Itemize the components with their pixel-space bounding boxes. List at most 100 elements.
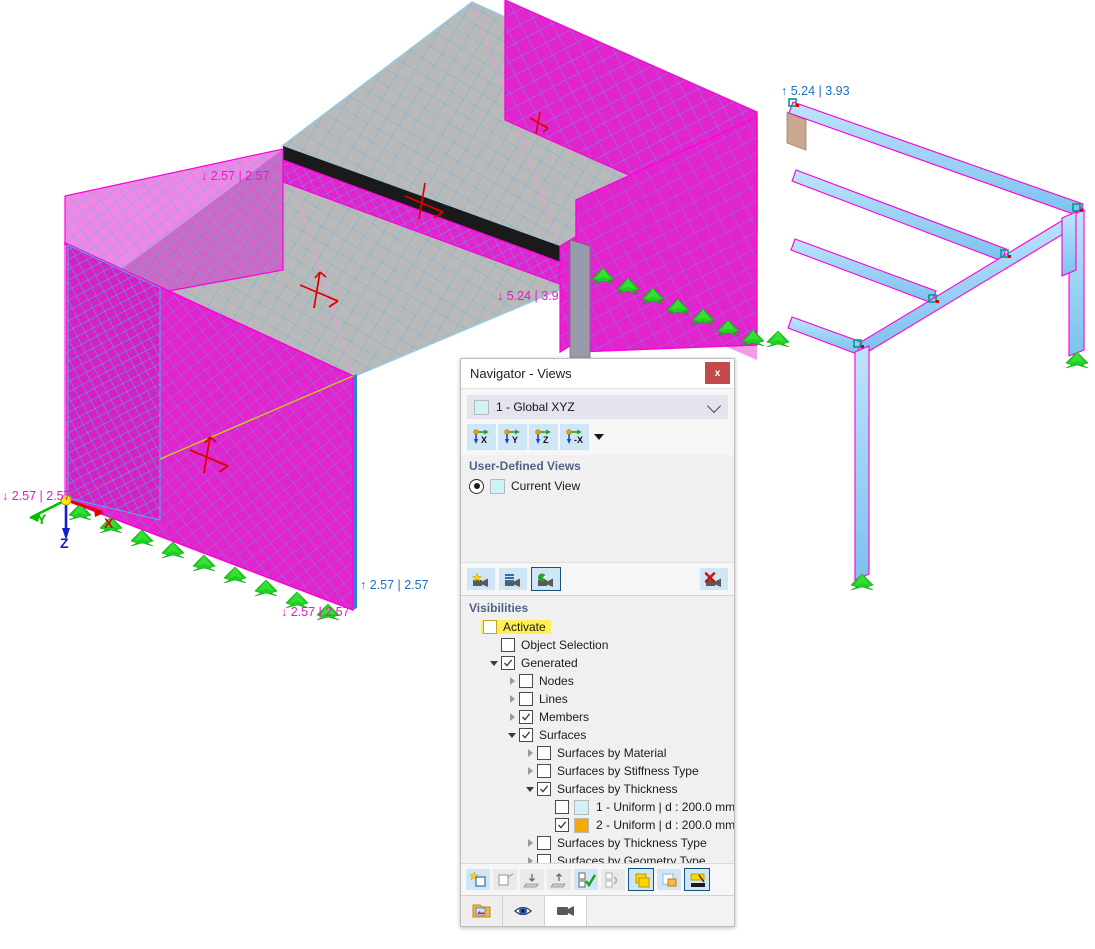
tree-expander[interactable] [523, 749, 537, 757]
view-settings-icon[interactable] [684, 868, 710, 891]
export-visibility-icon[interactable] [547, 869, 571, 890]
checkbox[interactable] [519, 710, 533, 724]
chevron-down-icon [490, 660, 498, 666]
checkbox[interactable] [519, 728, 533, 742]
checkbox[interactable] [537, 782, 551, 796]
checkbox[interactable] [555, 818, 569, 832]
tree-expander[interactable] [523, 786, 537, 792]
view-dropdown[interactable]: 1 - Global XYZ [467, 395, 728, 419]
view-along-z[interactable]: Z [529, 424, 558, 450]
tree-item-content: Generated [501, 656, 578, 670]
tree-item[interactable]: Object Selection [465, 636, 734, 654]
tree-expander[interactable] [487, 660, 501, 666]
tab-display[interactable] [461, 896, 503, 926]
tree-item-label: Surfaces by Thickness Type [557, 836, 707, 850]
tree-item[interactable]: Activate [465, 618, 734, 636]
visibility-actions-toolbar[interactable] [461, 863, 734, 895]
tree-expander[interactable] [505, 677, 519, 685]
uncheck-all-icon[interactable] [601, 869, 625, 890]
tree-item-label: Nodes [539, 674, 574, 688]
checkbox[interactable] [537, 746, 551, 760]
tree-item[interactable]: Surfaces by Thickness [465, 780, 734, 798]
checkbox[interactable] [501, 638, 515, 652]
view-color-swatch [474, 399, 489, 415]
tree-item[interactable]: Lines [465, 690, 734, 708]
checkbox[interactable] [519, 674, 533, 688]
user-defined-view-label: Current View [511, 479, 581, 493]
view-along-neg-x[interactable]: -X [560, 424, 589, 450]
tree-item[interactable]: Members [465, 708, 734, 726]
tree-expander[interactable] [523, 767, 537, 775]
tree-item[interactable]: Surfaces by Geometry Type [465, 852, 734, 863]
tree-item-content: Surfaces by Material [537, 746, 666, 760]
tab-visibility[interactable] [503, 896, 545, 926]
tree-expander[interactable] [505, 713, 519, 721]
axis-view-toolbar[interactable]: X Y Z -X [461, 419, 734, 455]
tree-item-label: Generated [521, 656, 578, 670]
tree-item-content: Activate [481, 620, 551, 634]
checkbox[interactable] [537, 854, 551, 863]
thickness-color-swatch [574, 799, 589, 815]
tree-item-content: Surfaces by Stiffness Type [537, 764, 699, 778]
visibilities-tree[interactable]: Activate Object Selection Generated Nodes Li… [461, 618, 734, 863]
tree-item[interactable]: 1 - Uniform | d : 200.0 mm | ... [465, 798, 734, 816]
refresh-view-icon[interactable] [531, 567, 561, 591]
thickness-color-swatch [574, 817, 589, 833]
checkbox[interactable] [483, 620, 497, 634]
axis-view-dropdown-arrow[interactable] [591, 425, 607, 449]
chevron-right-icon [527, 749, 533, 757]
axis-label-x: X [104, 515, 114, 531]
view-along-x[interactable]: X [467, 424, 496, 450]
navigator-tabs[interactable] [461, 895, 734, 926]
check-all-icon[interactable] [574, 869, 598, 890]
show-selected-icon[interactable] [628, 868, 654, 891]
hide-selected-icon[interactable] [657, 869, 681, 890]
checkbox[interactable] [537, 836, 551, 850]
tree-item[interactable]: Surfaces by Stiffness Type [465, 762, 734, 780]
navigator-views-panel[interactable]: Navigator - Views x 1 - Global XYZ X Y Z -X… [460, 358, 735, 927]
tab-views[interactable] [545, 896, 587, 926]
close-button[interactable]: x [705, 362, 730, 384]
user-defined-views-list[interactable]: Current View [461, 476, 734, 562]
checkbox[interactable] [537, 764, 551, 778]
visibilities-header: Visibilities [469, 601, 529, 615]
radio-button[interactable] [469, 478, 484, 494]
axis-label-y: Y [37, 511, 47, 527]
model-annotation: ↓ 2.57 | 2.57 [2, 489, 71, 503]
checkbox[interactable] [519, 692, 533, 706]
new-visibility-icon[interactable] [466, 869, 490, 890]
model-annotation: ↑ 5.24 | 3.93 [781, 84, 850, 98]
tree-item[interactable]: Nodes [465, 672, 734, 690]
tree-item-label: Surfaces by Stiffness Type [557, 764, 699, 778]
chevron-right-icon [527, 839, 533, 847]
tree-item-content: Surfaces by Thickness [537, 782, 678, 796]
tree-expander[interactable] [505, 695, 519, 703]
tree-item[interactable]: Surfaces [465, 726, 734, 744]
tree-item[interactable]: Generated [465, 654, 734, 672]
tree-item[interactable]: Surfaces by Thickness Type [465, 834, 734, 852]
import-visibility-icon[interactable] [520, 869, 544, 890]
view-camera-toolbar[interactable] [461, 562, 734, 596]
user-defined-view-item[interactable]: Current View [469, 476, 734, 496]
checkbox[interactable] [555, 800, 569, 814]
chevron-down-icon [508, 732, 516, 738]
image-folder-icon [472, 904, 491, 918]
view-along-y[interactable]: Y [498, 424, 527, 450]
copy-visibility-icon[interactable] [493, 869, 517, 890]
chevron-down-icon[interactable] [706, 398, 722, 414]
delete-view-icon[interactable] [700, 568, 728, 590]
view-list-icon[interactable] [499, 568, 527, 590]
panel-body: 1 - Global XYZ X Y Z -X User-Defined Views … [461, 389, 734, 926]
tree-item-content: Members [519, 710, 589, 724]
tree-expander[interactable] [523, 839, 537, 847]
tree-expander[interactable] [505, 732, 519, 738]
tree-item[interactable]: Surfaces by Material [465, 744, 734, 762]
tree-item[interactable]: 2 - Uniform | d : 200.0 mm | ... [465, 816, 734, 834]
checkbox[interactable] [501, 656, 515, 670]
new-view-icon[interactable] [467, 568, 495, 590]
model-annotation: ↑ 2.57 | 2.57 [360, 578, 429, 592]
chevron-right-icon [527, 767, 533, 775]
left-wall-return [353, 374, 357, 610]
panel-titlebar[interactable]: Navigator - Views x [461, 359, 734, 389]
tree-item-label: Surfaces by Material [557, 746, 667, 760]
